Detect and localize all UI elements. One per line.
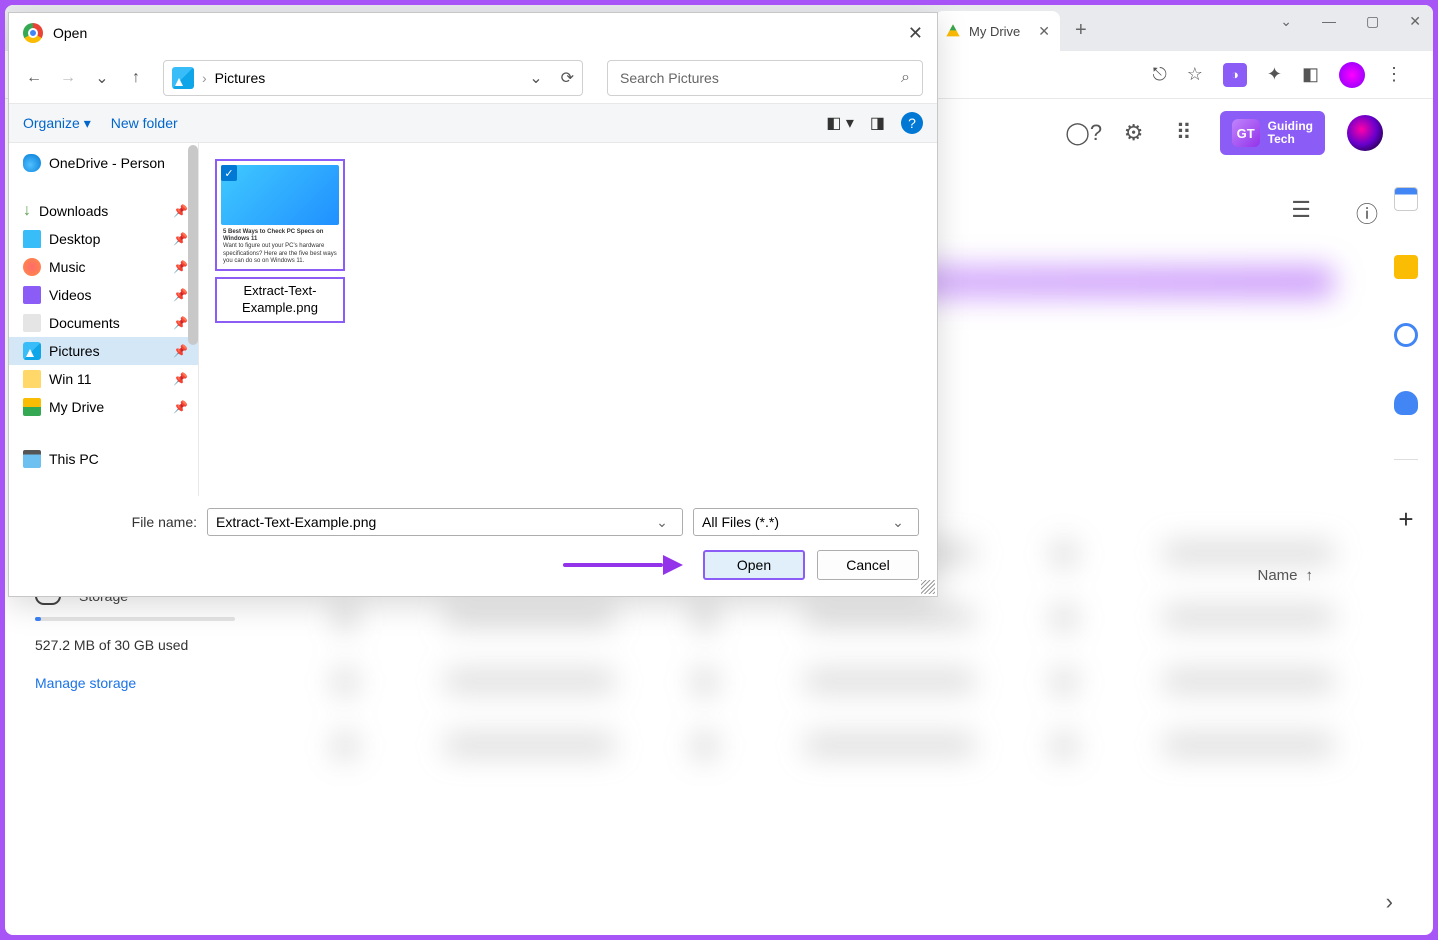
tree-downloads[interactable]: ↓Downloads📌 <box>9 197 198 225</box>
annotation-arrow <box>563 560 683 570</box>
storage-used: 527.2 MB of 30 GB used <box>35 637 255 653</box>
chevron-down-icon: ⌄ <box>886 514 910 531</box>
help-icon[interactable]: ? <box>901 112 923 134</box>
organize-menu[interactable]: Organize ▾ <box>23 115 91 132</box>
breadcrumb-current: Pictures <box>215 70 266 86</box>
refresh-icon[interactable]: ⟳ <box>561 68 574 88</box>
help-icon[interactable]: ◯? <box>1070 119 1098 147</box>
user-avatar[interactable] <box>1347 115 1383 151</box>
tree-desktop[interactable]: Desktop📌 <box>9 225 198 253</box>
sort-up-icon: ↑ <box>1306 567 1314 584</box>
file-name-label: Extract-Text-Example.png <box>215 277 345 323</box>
calendar-icon[interactable] <box>1394 187 1418 211</box>
file-checkbox-icon[interactable]: ✓ <box>221 165 237 181</box>
keep-icon[interactable] <box>1394 255 1418 279</box>
tree-documents[interactable]: Documents📌 <box>9 309 198 337</box>
gt-logo-icon: GT <box>1232 119 1260 147</box>
sidepanel-icon[interactable]: ◧ <box>1302 64 1319 85</box>
new-folder-button[interactable]: New folder <box>111 115 178 131</box>
extensions-icon[interactable]: ✦ <box>1267 64 1282 85</box>
win-dropdown-icon[interactable]: ⌄ <box>1280 13 1292 30</box>
chevron-right-icon[interactable]: › <box>1386 889 1393 915</box>
profile-avatar[interactable] <box>1339 62 1365 88</box>
file-list[interactable]: ✓ 5 Best Ways to Check PC Specs on Windo… <box>199 143 937 496</box>
filename-label: File name: <box>27 514 197 530</box>
share-icon[interactable]: ⎋ <box>1153 64 1167 85</box>
nav-back-icon[interactable]: ← <box>23 67 45 89</box>
extension-icon[interactable]: ◑ <box>1223 63 1247 87</box>
divider <box>1394 459 1418 460</box>
filename-input[interactable]: Extract-Text-Example.png⌄ <box>207 508 683 536</box>
tree-mydrive[interactable]: My Drive📌 <box>9 393 198 421</box>
guiding-tech-badge[interactable]: GT Guiding Tech <box>1220 111 1325 155</box>
manage-storage-link[interactable]: Manage storage <box>35 675 255 691</box>
dialog-close-icon[interactable]: ✕ <box>908 23 923 44</box>
search-placeholder: Search Pictures <box>620 70 719 86</box>
side-panel: + <box>1379 187 1433 787</box>
cancel-button[interactable]: Cancel <box>817 550 919 580</box>
tab-title: My Drive <box>969 24 1020 39</box>
nav-forward-icon[interactable]: → <box>57 67 79 89</box>
contacts-icon[interactable] <box>1394 391 1418 415</box>
preview-pane-icon[interactable]: ◨ <box>870 113 885 133</box>
tree-thispc[interactable]: This PC <box>9 445 198 473</box>
win-minimize-icon[interactable]: — <box>1322 13 1336 30</box>
tree-win11[interactable]: Win 11📌 <box>9 365 198 393</box>
info-icon[interactable]: ⓘ <box>1356 197 1378 229</box>
menu-icon[interactable]: ⋮ <box>1385 64 1403 85</box>
column-name[interactable]: Name↑ <box>1257 567 1313 584</box>
open-button[interactable]: Open <box>703 550 805 580</box>
new-tab-button[interactable]: + <box>1075 19 1087 42</box>
gt-text: Guiding Tech <box>1268 120 1313 146</box>
tab-close-icon[interactable]: ✕ <box>1038 23 1050 40</box>
file-open-dialog: Open ✕ ← → ⌄ ↑ › Pictures ⌄ ⟳ Search Pic… <box>8 12 938 597</box>
tree-pictures[interactable]: Pictures📌 <box>9 337 198 365</box>
tree-scrollbar[interactable] <box>188 145 198 345</box>
tree-onedrive[interactable]: OneDrive - Person <box>9 149 198 177</box>
file-item[interactable]: ✓ 5 Best Ways to Check PC Specs on Windo… <box>215 159 345 323</box>
win-maximize-icon[interactable]: ▢ <box>1366 13 1379 30</box>
settings-icon[interactable]: ⚙ <box>1120 119 1148 147</box>
nav-up-icon[interactable]: ↑ <box>125 67 147 89</box>
apps-icon[interactable]: ⠿ <box>1170 119 1198 147</box>
tree-music[interactable]: Music📌 <box>9 253 198 281</box>
breadcrumb[interactable]: › Pictures ⌄ ⟳ <box>163 60 583 96</box>
folder-tree: OneDrive - Person ↓Downloads📌 Desktop📌 M… <box>9 143 199 496</box>
nav-recent-icon[interactable]: ⌄ <box>91 67 113 89</box>
win-close-icon[interactable]: ✕ <box>1409 13 1421 30</box>
list-view-icon[interactable]: ☰ <box>1291 197 1311 229</box>
chevron-down-icon: ⌄ <box>650 514 674 531</box>
view-layout-icon[interactable]: ◧ ▾ <box>826 113 854 133</box>
file-filter-select[interactable]: All Files (*.*)⌄ <box>693 508 919 536</box>
search-icon: ⌕ <box>901 69 910 87</box>
storage-bar <box>35 617 235 621</box>
tree-videos[interactable]: Videos📌 <box>9 281 198 309</box>
search-input[interactable]: Search Pictures ⌕ <box>607 60 923 96</box>
pictures-icon <box>172 67 194 89</box>
resize-grip-icon[interactable] <box>921 580 935 594</box>
dialog-title: Open <box>53 25 87 41</box>
tasks-icon[interactable] <box>1394 323 1418 347</box>
breadcrumb-dropdown-icon[interactable]: ⌄ <box>529 68 542 88</box>
browser-tab[interactable]: My Drive ✕ <box>935 11 1060 51</box>
chrome-icon <box>23 23 43 43</box>
add-addon-icon[interactable]: + <box>1398 504 1413 535</box>
bookmark-icon[interactable]: ☆ <box>1187 64 1203 85</box>
